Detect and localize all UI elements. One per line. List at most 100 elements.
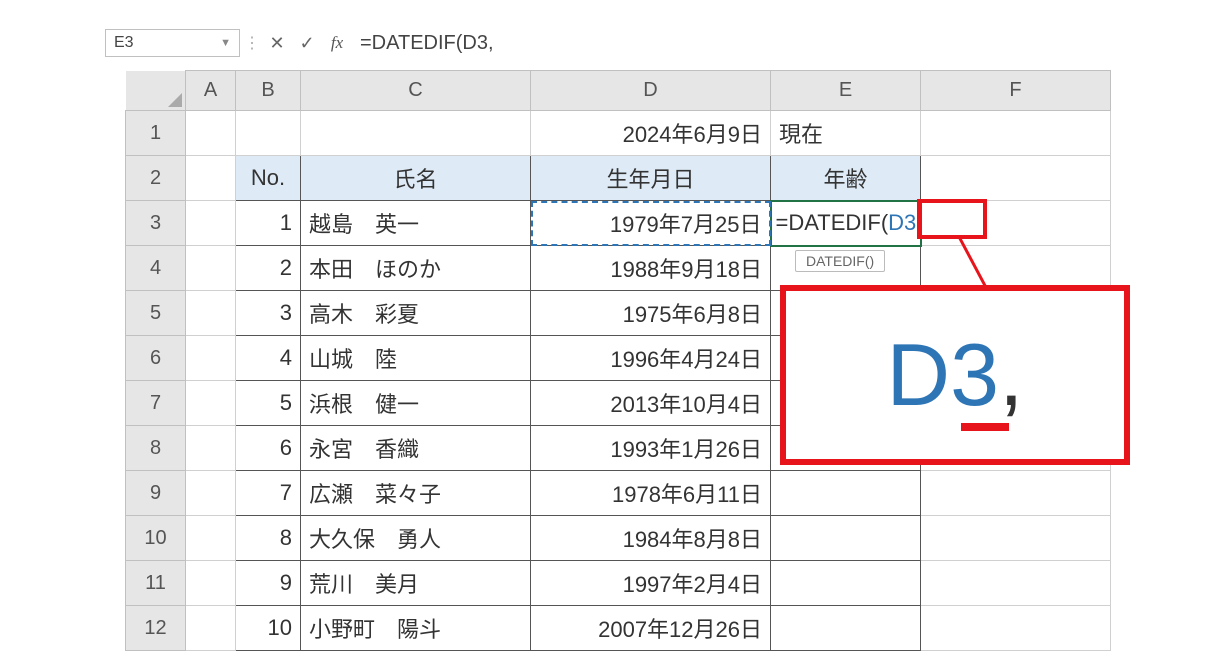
cell-B3[interactable]: 1 — [236, 201, 301, 246]
header-no[interactable]: No. — [236, 156, 301, 201]
cell-D1[interactable]: 2024年6月9日 — [531, 111, 771, 156]
cell-F3[interactable] — [921, 201, 1111, 246]
formula-input[interactable]: =DATEDIF(D3, — [360, 32, 494, 55]
cell-A9[interactable] — [186, 471, 236, 516]
cell-C1[interactable] — [301, 111, 531, 156]
cell-D3[interactable]: 1979年7月25日 — [531, 201, 771, 246]
cell-B11[interactable]: 9 — [236, 561, 301, 606]
header-name[interactable]: 氏名 — [301, 156, 531, 201]
cell-A2[interactable] — [186, 156, 236, 201]
cell-E11[interactable] — [771, 561, 921, 606]
cell-C8[interactable]: 永宮 香織 — [301, 426, 531, 471]
row-header-11[interactable]: 11 — [126, 561, 186, 606]
cell-C7[interactable]: 浜根 健一 — [301, 381, 531, 426]
row-header-3[interactable]: 3 — [126, 201, 186, 246]
function-tooltip: DATEDIF() — [795, 250, 885, 272]
cell-A6[interactable] — [186, 336, 236, 381]
cell-A10[interactable] — [186, 516, 236, 561]
chevron-down-icon[interactable]: ▼ — [220, 37, 231, 49]
confirm-button[interactable]: ✓ — [292, 29, 322, 57]
name-box[interactable]: E3 ▼ — [105, 29, 240, 57]
cell-B12[interactable]: 10 — [236, 606, 301, 651]
cell-A11[interactable] — [186, 561, 236, 606]
formula-bar: E3 ▼ ⋮ ✕ ✓ fx =DATEDIF(D3, — [105, 25, 494, 61]
cell-D12[interactable]: 2007年12月26日 — [531, 606, 771, 651]
cell-B5[interactable]: 3 — [236, 291, 301, 336]
cell-C6[interactable]: 山城 陸 — [301, 336, 531, 381]
row-header-6[interactable]: 6 — [126, 336, 186, 381]
editing-formula: =DATEDIF(D3, — [776, 210, 923, 236]
cell-A4[interactable] — [186, 246, 236, 291]
cell-F2[interactable] — [921, 156, 1111, 201]
cell-E12[interactable] — [771, 606, 921, 651]
cell-C5[interactable]: 高木 彩夏 — [301, 291, 531, 336]
cell-B7[interactable]: 5 — [236, 381, 301, 426]
row-header-8[interactable]: 8 — [126, 426, 186, 471]
callout-underline — [961, 423, 1009, 431]
fx-button[interactable]: fx — [322, 29, 352, 57]
col-header-C[interactable]: C — [301, 71, 531, 111]
cancel-button[interactable]: ✕ — [262, 29, 292, 57]
cell-E3[interactable]: =DATEDIF(D3, — [771, 201, 921, 246]
cell-D11[interactable]: 1997年2月4日 — [531, 561, 771, 606]
row-header-1[interactable]: 1 — [126, 111, 186, 156]
col-header-A[interactable]: A — [186, 71, 236, 111]
callout-text: D3, — [887, 324, 1024, 426]
cell-C9[interactable]: 広瀬 菜々子 — [301, 471, 531, 516]
cell-D6[interactable]: 1996年4月24日 — [531, 336, 771, 381]
select-all-corner[interactable] — [126, 71, 186, 111]
cell-C11[interactable]: 荒川 美月 — [301, 561, 531, 606]
row-header-2[interactable]: 2 — [126, 156, 186, 201]
cell-B10[interactable]: 8 — [236, 516, 301, 561]
row-header-12[interactable]: 12 — [126, 606, 186, 651]
cell-D9[interactable]: 1978年6月11日 — [531, 471, 771, 516]
cell-A12[interactable] — [186, 606, 236, 651]
cell-B8[interactable]: 6 — [236, 426, 301, 471]
cell-B9[interactable]: 7 — [236, 471, 301, 516]
row-header-7[interactable]: 7 — [126, 381, 186, 426]
row-header-5[interactable]: 5 — [126, 291, 186, 336]
cell-D10[interactable]: 1984年8月8日 — [531, 516, 771, 561]
cell-B1[interactable] — [236, 111, 301, 156]
callout-highlight-large: D3, — [780, 285, 1130, 465]
cell-C10[interactable]: 大久保 勇人 — [301, 516, 531, 561]
cell-E9[interactable] — [771, 471, 921, 516]
name-box-value: E3 — [114, 34, 134, 52]
cell-A7[interactable] — [186, 381, 236, 426]
col-header-F[interactable]: F — [921, 71, 1111, 111]
cell-B6[interactable]: 4 — [236, 336, 301, 381]
col-header-B[interactable]: B — [236, 71, 301, 111]
cell-C3[interactable]: 越島 英一 — [301, 201, 531, 246]
cell-E1[interactable]: 現在 — [771, 111, 921, 156]
col-header-D[interactable]: D — [531, 71, 771, 111]
cell-F1[interactable] — [921, 111, 1111, 156]
cell-D8[interactable]: 1993年1月26日 — [531, 426, 771, 471]
cell-F10[interactable] — [921, 516, 1111, 561]
cell-A8[interactable] — [186, 426, 236, 471]
cell-A5[interactable] — [186, 291, 236, 336]
cell-F11[interactable] — [921, 561, 1111, 606]
row-header-4[interactable]: 4 — [126, 246, 186, 291]
cell-A3[interactable] — [186, 201, 236, 246]
cell-F12[interactable] — [921, 606, 1111, 651]
cell-D5[interactable]: 1975年6月8日 — [531, 291, 771, 336]
cell-C4[interactable]: 本田 ほのか — [301, 246, 531, 291]
formula-ref: D3 — [888, 210, 916, 235]
row-header-9[interactable]: 9 — [126, 471, 186, 516]
cell-B4[interactable]: 2 — [236, 246, 301, 291]
cell-D7[interactable]: 2013年10月4日 — [531, 381, 771, 426]
cell-F4[interactable] — [921, 246, 1111, 291]
cell-C12[interactable]: 小野町 陽斗 — [301, 606, 531, 651]
col-header-E[interactable]: E — [771, 71, 921, 111]
formula-bar-separator: ⋮ — [240, 33, 262, 53]
cell-A1[interactable] — [186, 111, 236, 156]
cell-D4[interactable]: 1988年9月18日 — [531, 246, 771, 291]
callout-ref: D3 — [887, 325, 1000, 424]
formula-suffix: , — [916, 210, 922, 235]
callout-comma: , — [999, 325, 1023, 424]
header-age[interactable]: 年齢 — [771, 156, 921, 201]
header-dob[interactable]: 生年月日 — [531, 156, 771, 201]
cell-F9[interactable] — [921, 471, 1111, 516]
cell-E10[interactable] — [771, 516, 921, 561]
row-header-10[interactable]: 10 — [126, 516, 186, 561]
